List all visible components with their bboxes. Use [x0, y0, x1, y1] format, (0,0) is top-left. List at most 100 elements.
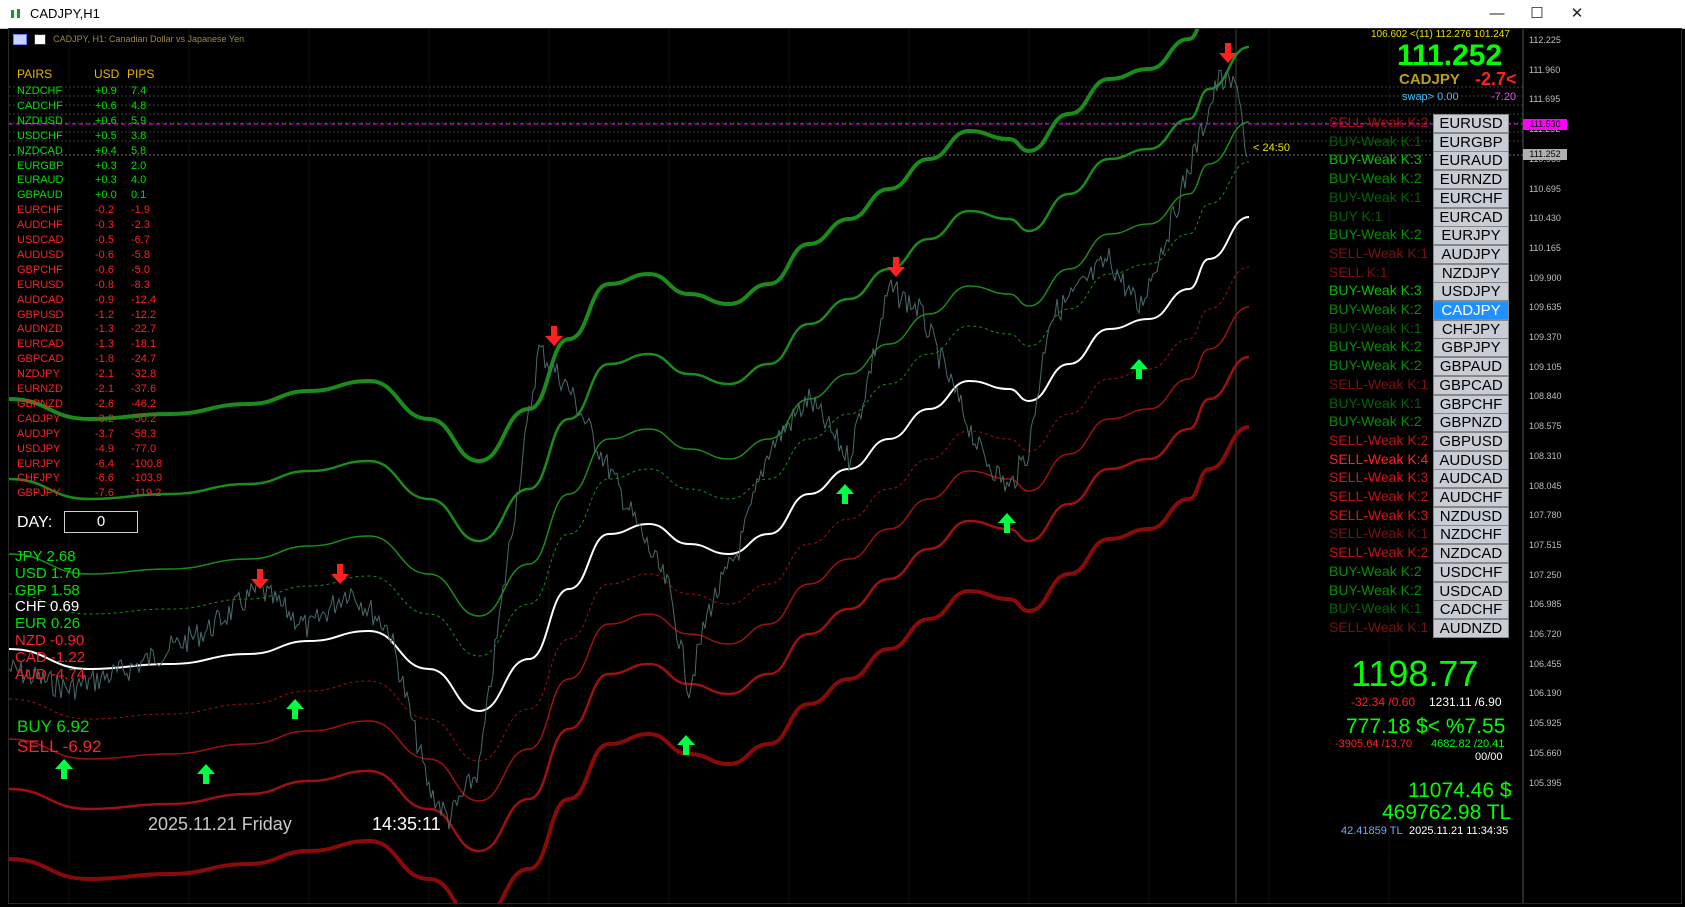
pair-pips: -1.9	[131, 204, 150, 217]
price-axis-label: 111.960	[1529, 64, 1561, 75]
price-axis-label: 110.695	[1529, 183, 1561, 194]
pair-name: NZDCHF	[17, 85, 63, 97]
chart-canvas[interactable]: CADJPY, H1: Canadian Dollar vs Japanese …	[8, 28, 1682, 904]
currency-name: EUR	[15, 615, 47, 633]
currency-name: USD	[15, 564, 47, 582]
pair-name: GBPCAD	[17, 353, 64, 366]
signal-label: BUY-Weak K:1	[1329, 394, 1422, 411]
signal-label: SELL-Weak K:2	[1329, 114, 1429, 130]
pair-button-eurjpy[interactable]: EURJPY	[1433, 226, 1509, 246]
signal-label: SELL-Weak K:3	[1329, 506, 1429, 523]
currency-strength-value: -1.22	[50, 648, 86, 666]
pair-pips: -5.8	[131, 248, 150, 261]
pair-usd: -0.8	[95, 278, 114, 291]
pair-button-eurusd[interactable]: EURUSD	[1433, 114, 1509, 133]
pair-button-audcad[interactable]: AUDCAD	[1433, 469, 1509, 489]
price-axis-label: 106.985	[1529, 599, 1562, 610]
pair-button-eurgbp[interactable]: EURGBP	[1433, 132, 1509, 152]
price-axis-label: 108.045	[1529, 480, 1562, 491]
price-axis-label: 105.395	[1529, 777, 1562, 788]
price-axis-label: 111.695	[1529, 94, 1561, 105]
signal-label: BUY-Weak K:2	[1329, 357, 1422, 374]
currency-strength-item: EUR 0.26	[15, 615, 80, 632]
swap-value: swap> 0.00	[1402, 91, 1459, 103]
pair-pips: -2.3	[131, 219, 150, 232]
currency-strength-item: JPY 2.68	[15, 548, 76, 565]
signal-label: SELL-Weak K:1	[1329, 618, 1429, 635]
pairs-header: PAIRS USD PIPS	[17, 67, 154, 81]
buy-arrow-icon	[197, 764, 215, 784]
price-axis-label: 106.455	[1529, 658, 1562, 669]
pair-button-cadjpy[interactable]: CADJPY	[1433, 301, 1509, 320]
footer-time: 14:35:11	[372, 814, 441, 834]
signal-label: BUY-Weak K:1	[1329, 600, 1422, 617]
currency-strength-item: CAD -1.22	[15, 649, 85, 666]
mid-band	[9, 216, 1250, 713]
pair-button-usdjpy[interactable]: USDJPY	[1433, 282, 1509, 302]
pair-button-gbpjpy[interactable]: GBPJPY	[1433, 338, 1509, 358]
price-change: -2.7<	[1475, 69, 1517, 89]
price-chart[interactable]	[9, 29, 1682, 904]
price-axis-label: 105.660	[1529, 747, 1562, 758]
pair-button-usdchf[interactable]: USDCHF	[1433, 562, 1509, 582]
pair-button-audchf[interactable]: AUDCHF	[1433, 488, 1509, 507]
pair-name: CADJPY	[17, 412, 61, 425]
account-history-b: 4682.82 /20.41	[1431, 738, 1505, 750]
signal-label: BUY K:1	[1329, 207, 1383, 224]
maximize-button[interactable]: ☐	[1517, 2, 1557, 26]
account-equity: 1198.77	[1351, 653, 1479, 694]
pair-pips: 5.8	[131, 144, 147, 157]
signal-label: SELL-Weak K:1	[1329, 375, 1429, 392]
currency-strength-value: 0.26	[50, 615, 81, 633]
chart-app-icon	[11, 9, 20, 18]
pair-pips: -119.2	[131, 487, 162, 500]
currency-strength-value: 0.69	[50, 598, 80, 616]
currency-strength-item: GBP 1.58	[15, 582, 80, 599]
currency-name: CHF	[15, 598, 46, 616]
pair-pips: -12.2	[131, 308, 157, 321]
currency-name: AUD	[15, 665, 47, 683]
pair-pips: -100.8	[131, 457, 163, 470]
pair-name: USDCHF	[17, 129, 63, 142]
account-ratio: 00/00	[1475, 751, 1503, 763]
pair-usd: -1.3	[95, 323, 114, 336]
pair-button-usdcad[interactable]: USDCAD	[1433, 581, 1509, 601]
pair-button-euraud[interactable]: EURAUD	[1433, 151, 1509, 171]
pair-pips: -77.0	[131, 442, 157, 455]
day-input[interactable]: 0	[64, 511, 138, 533]
pair-button-gbpnzd[interactable]: GBPNZD	[1433, 413, 1509, 433]
pair-button-nzdcad[interactable]: NZDCAD	[1433, 544, 1509, 564]
pair-usd: +0.3	[95, 159, 117, 172]
pair-button-nzdjpy[interactable]: NZDJPY	[1433, 263, 1509, 283]
pair-button-nzdchf[interactable]: NZDCHF	[1433, 525, 1509, 545]
pair-name: AUDUSD	[17, 248, 64, 261]
minimize-button[interactable]: —	[1477, 2, 1517, 26]
pair-button-eurchf[interactable]: EURCHF	[1433, 188, 1509, 208]
sell-total: SELL -6.92	[17, 737, 102, 756]
pair-name: AUDCAD	[17, 293, 64, 306]
currency-strength-item: CHF 0.69	[15, 598, 79, 615]
window-title: CADJPY,H1	[30, 6, 100, 21]
currency-name: GBP	[15, 581, 47, 599]
price-line	[9, 69, 1248, 830]
pair-button-gbpaud[interactable]: GBPAUD	[1433, 357, 1509, 377]
pair-name: NZDUSD	[17, 114, 63, 127]
pair-button-audjpy[interactable]: AUDJPY	[1433, 244, 1509, 264]
bar-countdown: < 24:50	[1253, 142, 1291, 154]
pair-button-chfjpy[interactable]: CHFJPY	[1433, 319, 1509, 339]
close-button[interactable]: ✕	[1557, 2, 1597, 26]
pair-button-eurcad[interactable]: EURCAD	[1433, 207, 1509, 227]
pair-button-nzdusd[interactable]: NZDUSD	[1433, 506, 1509, 526]
account-profit-b: 1231.11 /6.90	[1429, 695, 1502, 709]
price-axis-label: 109.900	[1529, 272, 1562, 283]
pair-button-gbpchf[interactable]: GBPCHF	[1433, 394, 1509, 414]
pair-button-gbpcad[interactable]: GBPCAD	[1433, 375, 1509, 395]
pair-button-audusd[interactable]: AUDUSD	[1433, 450, 1509, 470]
pair-button-audnzd[interactable]: AUDNZD	[1433, 618, 1509, 638]
account-usd: 11074.46 $	[1408, 779, 1512, 802]
pair-button-gbpusd[interactable]: GBPUSD	[1433, 431, 1509, 451]
pair-button-cadchf[interactable]: CADCHF	[1433, 600, 1509, 620]
signal-label: SELL-Weak K:2	[1329, 488, 1429, 504]
price-axis-label: 110.165	[1529, 242, 1561, 253]
pair-button-eurnzd[interactable]: EURNZD	[1433, 170, 1509, 190]
